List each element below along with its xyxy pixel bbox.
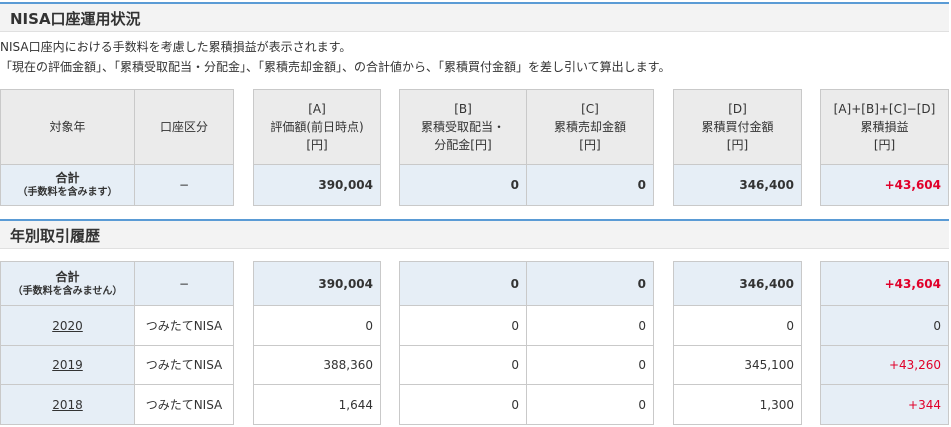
summary-total-label: 合計 （手数料を含みます） <box>0 164 135 206</box>
header-cumulative-profit: [A]+[B]+[C]−[D] 累積損益 [円] <box>820 89 949 165</box>
history-total-c-sales: 0 <box>526 261 654 306</box>
history-row-2018-d: 1,300 <box>673 384 802 425</box>
status-description-line2: 「現在の評価金額」、「累積受取配当・分配金」、「累積売却金額」、の合計値から、「… <box>0 60 671 74</box>
year-link-2018[interactable]: 2018 <box>52 396 83 414</box>
history-row-2018-b: 0 <box>399 384 527 425</box>
summary-account-type: − <box>134 164 234 206</box>
history-row-2020-profit: 0 <box>820 305 949 346</box>
summary-c-sales: 0 <box>526 164 654 206</box>
history-row-2019-account: つみたてNISA <box>134 345 234 385</box>
history-row-2020-c: 0 <box>526 305 654 346</box>
history-total-b-dividends: 0 <box>399 261 527 306</box>
history-row-2020-account: つみたてNISA <box>134 305 234 346</box>
history-row-2020-year-cell: 2020 <box>0 305 135 346</box>
summary-cumulative-profit: +43,604 <box>820 164 949 206</box>
history-row-2019-b: 0 <box>399 345 527 385</box>
status-section-header: NISA口座運用状況 <box>0 2 949 32</box>
status-section-title: NISA口座運用状況 <box>10 10 141 28</box>
history-total-label: 合計 （手数料を含みません） <box>0 261 135 306</box>
header-d-purchases: [D] 累積買付金額 [円] <box>673 89 802 165</box>
year-link-2019[interactable]: 2019 <box>52 356 83 374</box>
summary-a-valuation: 390,004 <box>253 164 381 206</box>
history-total-a-valuation: 390,004 <box>253 261 381 306</box>
history-row-2018-a: 1,644 <box>253 384 381 425</box>
history-row-2018-account: つみたてNISA <box>134 384 234 425</box>
summary-d-purchases: 346,400 <box>673 164 802 206</box>
history-row-2018-year-cell: 2018 <box>0 384 135 425</box>
history-total-cumulative-profit: +43,604 <box>820 261 949 306</box>
history-row-2020-b: 0 <box>399 305 527 346</box>
history-row-2019-year-cell: 2019 <box>0 345 135 385</box>
history-total-account-type: − <box>134 261 234 306</box>
history-row-2019-d: 345,100 <box>673 345 802 385</box>
history-row-2020-a: 0 <box>253 305 381 346</box>
header-b-dividends: [B] 累積受取配当・ 分配金[円] <box>399 89 527 165</box>
history-row-2018-profit: +344 <box>820 384 949 425</box>
history-row-2020-d: 0 <box>673 305 802 346</box>
header-c-sales: [C] 累積売却金額 [円] <box>526 89 654 165</box>
history-row-2018-c: 0 <box>526 384 654 425</box>
history-row-2019-profit: +43,260 <box>820 345 949 385</box>
history-section-title: 年別取引履歴 <box>10 227 101 245</box>
history-row-2019-c: 0 <box>526 345 654 385</box>
status-description-line1: NISA口座内における手数料を考慮した累積損益が表示されます。 <box>0 40 352 54</box>
header-year: 対象年 <box>0 89 135 165</box>
history-total-d-purchases: 346,400 <box>673 261 802 306</box>
header-a-valuation: [A] 評価額(前日時点) [円] <box>253 89 381 165</box>
year-link-2020[interactable]: 2020 <box>52 317 83 335</box>
history-section-header: 年別取引履歴 <box>0 219 949 249</box>
header-account-type: 口座区分 <box>134 89 234 165</box>
summary-b-dividends: 0 <box>399 164 527 206</box>
history-row-2019-a: 388,360 <box>253 345 381 385</box>
